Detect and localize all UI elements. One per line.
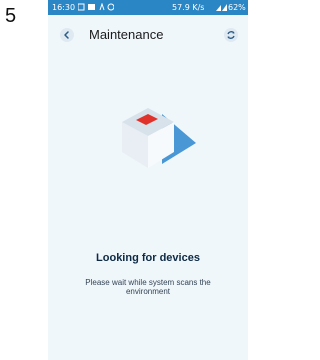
back-button[interactable] [60,28,74,42]
network-speed: 57.9 K/s [172,3,205,12]
refresh-icon [227,31,235,39]
phone-screen: 16:30 57.9 K/s 62% Maintenance Looking f… [48,0,248,360]
battery-level: 62% [228,3,246,12]
page: 5 16:30 57.9 K/s 62% Maintenance Looking… [0,0,248,360]
status-time: 16:30 [52,3,76,12]
status-bar: 16:30 57.9 K/s 62% [48,0,248,15]
screen-title: Maintenance [89,27,164,42]
app-header: Maintenance [48,22,248,50]
scan-status-heading: Looking for devices [96,252,200,264]
step-number: 5 [5,5,17,27]
notification-icons [78,3,114,11]
back-arrow-icon [64,31,69,39]
refresh-button[interactable] [224,28,238,42]
device-box-illustration [122,108,196,168]
signal-wifi-icons [216,4,227,11]
scan-status-message: Please wait while system scans the envir… [85,278,211,296]
